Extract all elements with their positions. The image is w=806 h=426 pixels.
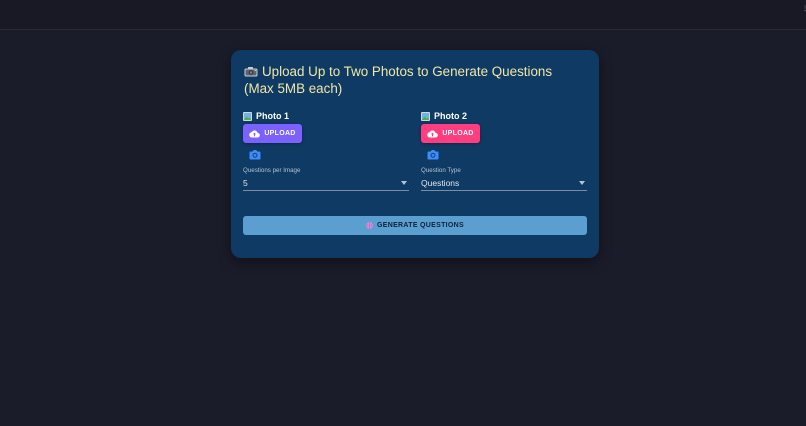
questions-per-image-label: Questions per Image — [243, 167, 301, 174]
brain-icon — [366, 222, 373, 229]
upload-card: Upload Up to Two Photos to Generate Ques… — [231, 50, 599, 258]
camera-icon[interactable] — [427, 149, 439, 160]
topbar-edge-glyph: ⋮ — [802, 6, 806, 12]
photo-2-label: Photo 2 — [421, 110, 587, 122]
photo-1-upload-label: UPLOAD — [264, 130, 296, 137]
photo-2-upload-label: UPLOAD — [442, 130, 474, 137]
questions-per-image-dropdown[interactable]: 5 — [243, 178, 409, 191]
question-type-dropdown[interactable]: Questions — [421, 178, 587, 191]
picture-icon — [243, 111, 252, 121]
cloud-upload-icon — [427, 130, 439, 138]
photo-1-label-text: Photo 1 — [256, 111, 289, 121]
card-title: Upload Up to Two Photos to Generate Ques… — [244, 63, 584, 97]
photo-1-upload-button[interactable]: UPLOAD — [243, 124, 302, 143]
question-type-select: Question Type Questions — [421, 167, 587, 191]
generate-questions-label: GENERATE QUESTIONS — [377, 222, 464, 229]
question-type-label: Question Type — [421, 167, 461, 174]
photo-2-column: Photo 2 UPLOAD Question Type Questions — [421, 110, 587, 191]
questions-per-image-value: 5 — [243, 178, 248, 188]
cloud-upload-icon — [249, 130, 261, 138]
top-bar: ⋮ — [0, 0, 806, 30]
generate-questions-button[interactable]: GENERATE QUESTIONS — [243, 216, 587, 235]
photo-2-label-text: Photo 2 — [434, 111, 467, 121]
dropdown-arrow-icon — [579, 181, 585, 185]
card-title-text: Upload Up to Two Photos to Generate Ques… — [244, 64, 553, 96]
photo-2-upload-button[interactable]: UPLOAD — [421, 124, 480, 143]
camera-emoji-icon — [244, 67, 258, 77]
photo-1-column: Photo 1 UPLOAD Questions per Image 5 — [243, 110, 409, 191]
question-type-value: Questions — [421, 178, 460, 188]
picture-icon — [421, 111, 430, 121]
camera-icon[interactable] — [249, 149, 261, 160]
photo-1-label: Photo 1 — [243, 110, 409, 122]
dropdown-arrow-icon — [401, 181, 407, 185]
questions-per-image-select: Questions per Image 5 — [243, 167, 409, 191]
